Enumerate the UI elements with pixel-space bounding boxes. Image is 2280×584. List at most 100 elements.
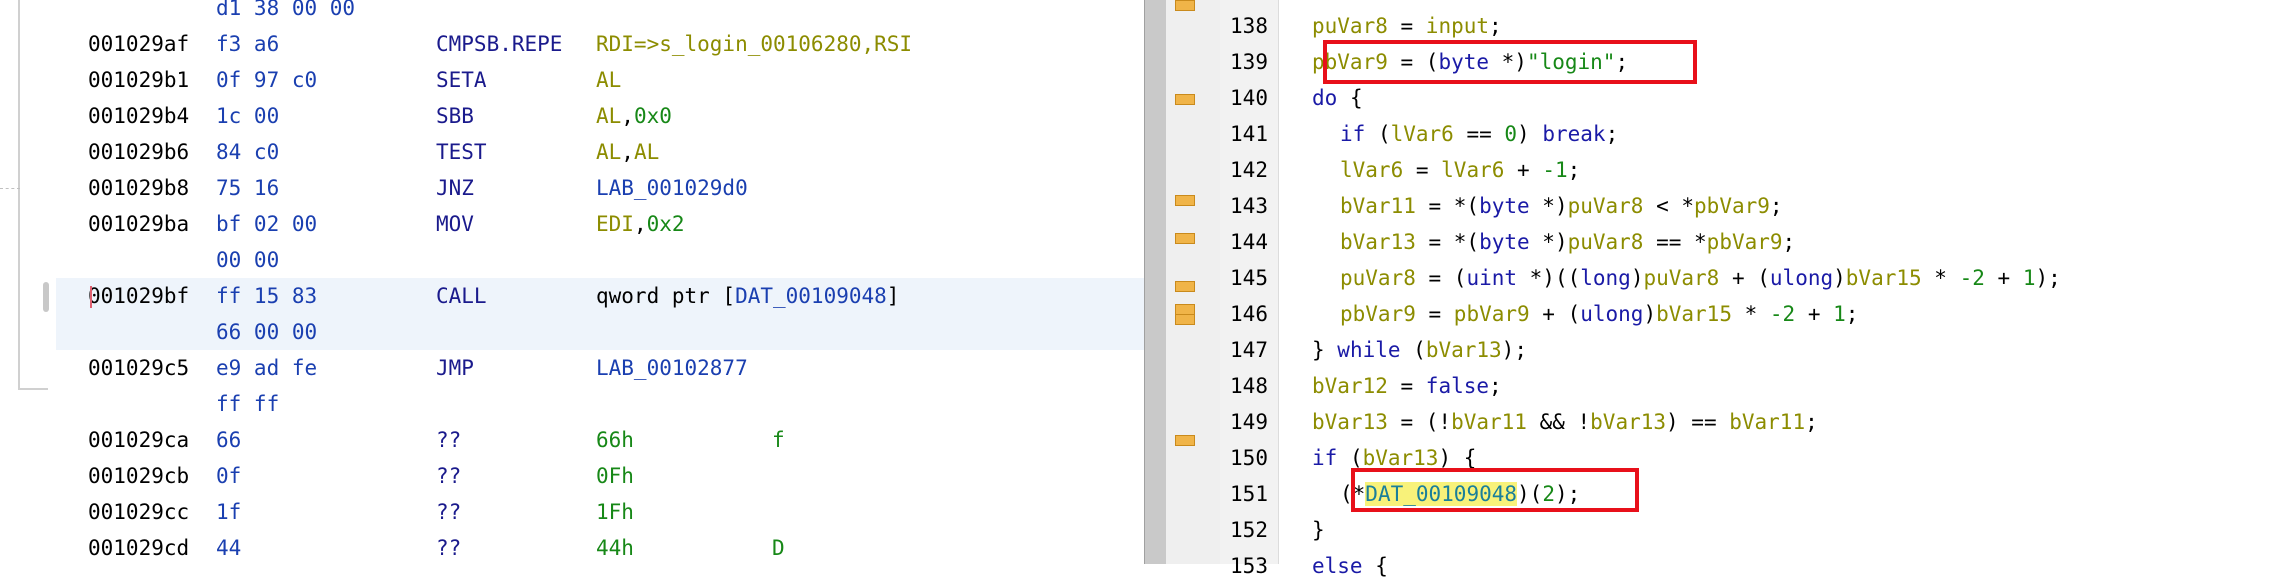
listing-row[interactable]: 001029ca 66?? 66h f bbox=[56, 422, 1144, 458]
listing-mnemonic[interactable]: MOV bbox=[436, 206, 474, 242]
listing-operands[interactable]: qword ptr [DAT_00109048] bbox=[596, 278, 899, 314]
listing-row[interactable]: 001029cd 44?? 44h D bbox=[56, 530, 1144, 566]
code-token[interactable]: -1 bbox=[1542, 158, 1567, 182]
code-token[interactable]: bVar13 bbox=[1363, 446, 1439, 470]
listing-mnemonic[interactable]: TEST bbox=[436, 134, 487, 170]
listing-address[interactable]: 001029cc bbox=[88, 494, 189, 530]
splitter-handle[interactable] bbox=[43, 282, 49, 312]
code-token[interactable]: -2 bbox=[1960, 266, 1985, 290]
code-line[interactable]: bVar13 = *(byte *)puVar8 == *pbVar9; bbox=[1340, 224, 1795, 260]
code-token[interactable]: pbVar9 bbox=[1340, 302, 1416, 326]
code-line[interactable]: } while (bVar13); bbox=[1312, 332, 1527, 368]
code-token[interactable]: pbVar9 bbox=[1694, 194, 1770, 218]
listing-operands[interactable]: LAB_001029d0 bbox=[596, 170, 748, 206]
listing-row[interactable]: 00 00 bbox=[56, 242, 1144, 278]
code-token[interactable]: puVar8 bbox=[1340, 266, 1416, 290]
listing-mnemonic[interactable]: SETA bbox=[436, 62, 487, 98]
code-token[interactable]: pbVar9 bbox=[1707, 230, 1783, 254]
code-token[interactable]: input bbox=[1426, 14, 1489, 38]
code-token[interactable]: ulong bbox=[1770, 266, 1833, 290]
listing-operands[interactable]: RDI=>s_login_00106280,RSI bbox=[596, 26, 912, 62]
listing-mnemonic[interactable]: JNZ bbox=[436, 170, 474, 206]
listing-view[interactable]: d1 38 00 00 001029af f3 a6 CMPSB.REPE RDI=>s… bbox=[56, 0, 1144, 564]
code-line[interactable]: bVar12 = false; bbox=[1312, 368, 1502, 404]
listing-row[interactable]: 001029cc 1f?? 1Fh bbox=[56, 494, 1144, 530]
code-token[interactable]: puVar8 bbox=[1643, 266, 1719, 290]
listing-operands[interactable]: AL,AL bbox=[596, 134, 659, 170]
listing-mnemonic[interactable]: ?? bbox=[436, 494, 461, 530]
code-line[interactable]: if (lVar6 == 0) break; bbox=[1340, 116, 1618, 152]
listing-row[interactable]: 001029b6 84 c0 TEST AL,AL bbox=[56, 134, 1144, 170]
code-token[interactable]: do bbox=[1312, 86, 1337, 110]
listing-address[interactable]: 001029bf bbox=[88, 278, 189, 314]
code-token[interactable]: puVar8 bbox=[1312, 14, 1388, 38]
code-line[interactable]: lVar6 = lVar6 + -1; bbox=[1340, 152, 1580, 188]
code-token[interactable]: puVar8 bbox=[1568, 194, 1644, 218]
code-token[interactable]: else bbox=[1312, 554, 1363, 578]
code-token[interactable]: bVar15 bbox=[1656, 302, 1732, 326]
overview-marker[interactable] bbox=[1175, 195, 1195, 206]
listing-row[interactable]: 001029c5 e9 ad fe JMP LAB_00102877 bbox=[56, 350, 1144, 386]
listing-address[interactable]: 001029cb bbox=[88, 458, 189, 494]
overview-marker[interactable] bbox=[1175, 94, 1195, 105]
listing-operands[interactable]: 66h bbox=[596, 422, 634, 458]
listing-row[interactable]: 001029b1 0f 97 c0 SETA AL bbox=[56, 62, 1144, 98]
code-token[interactable]: 0 bbox=[1504, 122, 1517, 146]
operand-token[interactable]: LAB_001029d0 bbox=[596, 176, 748, 200]
listing-address[interactable]: 001029af bbox=[88, 26, 189, 62]
listing-mnemonic[interactable]: ?? bbox=[436, 458, 461, 494]
operand-token[interactable]: DAT_00109048 bbox=[735, 284, 887, 308]
listing-address[interactable]: 001029b1 bbox=[88, 62, 189, 98]
listing-mnemonic[interactable]: CMPSB.REPE bbox=[436, 26, 562, 62]
overview-marker[interactable] bbox=[1175, 314, 1195, 325]
listing-address[interactable]: 001029ba bbox=[88, 206, 189, 242]
code-line[interactable]: } bbox=[1312, 512, 1325, 548]
listing-address[interactable]: 001029b8 bbox=[88, 170, 189, 206]
listing-operands[interactable]: AL,0x0 bbox=[596, 98, 672, 134]
code-line[interactable]: do { bbox=[1312, 80, 1363, 116]
overview-marker[interactable] bbox=[1175, 0, 1195, 11]
listing-mnemonic[interactable]: CALL bbox=[436, 278, 487, 314]
code-line[interactable]: bVar13 = (!bVar11 && !bVar13) == bVar11; bbox=[1312, 404, 1818, 440]
code-token[interactable]: while bbox=[1337, 338, 1400, 362]
listing-address[interactable]: 001029b6 bbox=[88, 134, 189, 170]
listing-row[interactable]: d1 38 00 00 bbox=[56, 0, 1144, 26]
code-token[interactable]: if bbox=[1340, 122, 1365, 146]
code-line[interactable]: puVar8 = input; bbox=[1312, 8, 1502, 44]
code-token[interactable]: break bbox=[1542, 122, 1605, 146]
listing-operands[interactable]: AL bbox=[596, 62, 621, 98]
code-line[interactable]: bVar11 = *(byte *)puVar8 < *pbVar9; bbox=[1340, 188, 1783, 224]
listing-row[interactable]: 001029ba bf 02 00 MOV EDI,0x2 bbox=[56, 206, 1144, 242]
operand-token[interactable]: LAB_00102877 bbox=[596, 356, 748, 380]
listing-mnemonic[interactable]: JMP bbox=[436, 350, 474, 386]
code-token[interactable]: lVar6 bbox=[1441, 158, 1504, 182]
listing-operands[interactable]: EDI,0x2 bbox=[596, 206, 685, 242]
listing-row[interactable]: 66 00 00 bbox=[56, 314, 1144, 350]
code-token[interactable]: lVar6 bbox=[1340, 158, 1403, 182]
code-token[interactable]: bVar12 bbox=[1312, 374, 1388, 398]
listing-row[interactable]: 001029bf ff 15 83 CALL qword ptr [DAT_00109… bbox=[56, 278, 1144, 314]
code-token[interactable]: false bbox=[1426, 374, 1489, 398]
listing-row[interactable]: 001029cb 0f?? 0Fh bbox=[56, 458, 1144, 494]
listing-row[interactable]: ff ff bbox=[56, 386, 1144, 422]
listing-row[interactable]: 001029af f3 a6 CMPSB.REPE RDI=>s_login_0010… bbox=[56, 26, 1144, 62]
overview-marker[interactable] bbox=[1175, 281, 1195, 292]
overview-marker[interactable] bbox=[1175, 435, 1195, 446]
listing-address[interactable]: 001029cd bbox=[88, 530, 189, 566]
listing-mnemonic[interactable]: ?? bbox=[436, 422, 461, 458]
code-token[interactable]: uint bbox=[1466, 266, 1517, 290]
listing-mnemonic[interactable]: ?? bbox=[436, 530, 461, 566]
listing-operands[interactable]: 1Fh bbox=[596, 494, 634, 530]
code-token[interactable]: pbVar9 bbox=[1454, 302, 1530, 326]
code-token[interactable]: bVar13 bbox=[1312, 410, 1388, 434]
code-token[interactable]: bVar15 bbox=[1846, 266, 1922, 290]
code-line[interactable]: puVar8 = (uint *)((long)puVar8 + (ulong)… bbox=[1340, 260, 2061, 296]
code-token[interactable]: bVar13 bbox=[1426, 338, 1502, 362]
listing-operands[interactable]: LAB_00102877 bbox=[596, 350, 748, 386]
code-line[interactable]: pbVar9 = pbVar9 + (ulong)bVar15 * -2 + 1… bbox=[1340, 296, 1858, 332]
code-token[interactable]: 1 bbox=[2023, 266, 2036, 290]
listing-mnemonic[interactable]: SBB bbox=[436, 98, 474, 134]
listing-row[interactable]: 001029b8 75 16 JNZ LAB_001029d0 bbox=[56, 170, 1144, 206]
listing-operands[interactable]: 44h bbox=[596, 530, 634, 566]
code-token[interactable]: 1 bbox=[1833, 302, 1846, 326]
